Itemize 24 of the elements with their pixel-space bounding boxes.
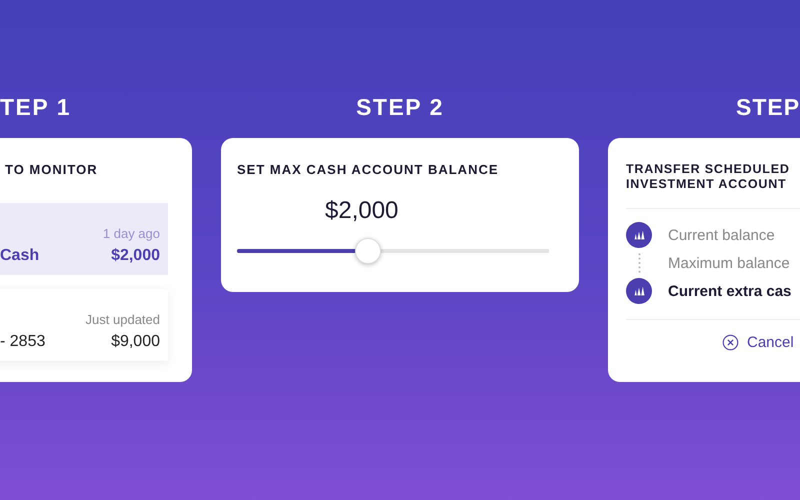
card-title: TRANSFER SCHEDULED INVESTMENT ACCOUNT bbox=[626, 162, 791, 192]
balance-label: Current balance bbox=[668, 226, 775, 244]
updated-time: 1 day ago bbox=[102, 226, 160, 241]
account-row[interactable]: Cash 1 day ago $2,000 bbox=[0, 203, 168, 275]
cancel-button[interactable]: Cancel bbox=[722, 334, 794, 351]
step-heading: STEP 2 bbox=[356, 94, 444, 122]
balance-label: Current extra cas bbox=[668, 282, 792, 300]
updated-time: Just updated bbox=[86, 312, 160, 327]
account-name: Cash bbox=[0, 247, 40, 265]
dotted-connector bbox=[638, 253, 641, 273]
step-heading: STEP bbox=[735, 94, 800, 122]
balance-label: Maximum balance bbox=[668, 254, 790, 272]
account-row[interactable]: - 2853 Just updated $9,000 bbox=[0, 289, 168, 361]
card-title: SET MAX CASH ACCOUNT BALANCE bbox=[237, 162, 500, 177]
card-title: TO MONITOR bbox=[4, 162, 99, 177]
step-heading: TEP 1 bbox=[0, 94, 71, 122]
bank-logo-icon bbox=[626, 222, 652, 248]
bank-logo-icon bbox=[626, 278, 652, 304]
account-amount: $2,000 bbox=[111, 247, 160, 265]
account-name: - 2853 bbox=[0, 333, 46, 351]
account-amount: $9,000 bbox=[111, 333, 160, 351]
balance-value: $2,000 bbox=[325, 197, 400, 225]
slider-thumb[interactable] bbox=[355, 238, 382, 264]
close-icon bbox=[722, 334, 739, 351]
